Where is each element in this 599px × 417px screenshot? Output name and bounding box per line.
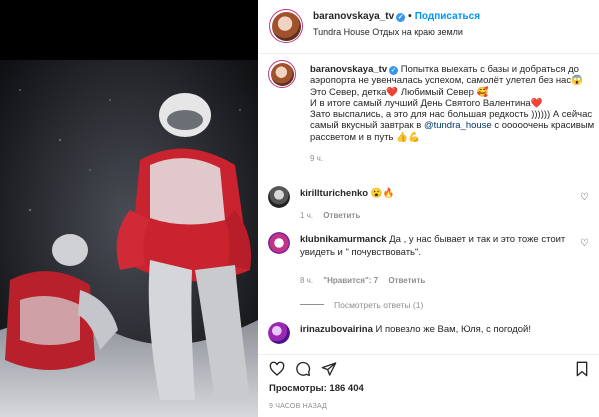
comment-username[interactable]: irinazubovairina bbox=[300, 324, 373, 335]
post-location[interactable]: Tundra House Отдых на краю земли bbox=[313, 27, 463, 37]
verified-icon: ✓ bbox=[389, 66, 399, 75]
follow-button[interactable]: Подписаться bbox=[415, 11, 480, 22]
caption-mention-link[interactable]: @tundra_house bbox=[424, 120, 492, 131]
comment-text: klubnikamurmanck Да , у нас бывает и так… bbox=[300, 234, 570, 259]
views-count[interactable]: Просмотры: 186 404 bbox=[269, 383, 364, 394]
author-username[interactable]: baranovskaya_tv bbox=[313, 11, 394, 22]
caption-text: baranovskaya_tv ✓ Попытка выехать с базы … bbox=[310, 64, 595, 164]
caption-username[interactable]: baranovskaya_tv bbox=[310, 64, 387, 75]
comment-username[interactable]: klubnikamurmanck bbox=[300, 234, 387, 245]
post-action-bar bbox=[258, 354, 599, 377]
caption-time[interactable]: 9 ч. bbox=[310, 153, 595, 164]
comment-avatar[interactable] bbox=[268, 186, 290, 208]
verified-icon: ✓ bbox=[396, 13, 406, 22]
share-icon[interactable] bbox=[321, 361, 337, 377]
comment-time[interactable]: 8 ч. bbox=[300, 276, 313, 285]
author-header-line: baranovskaya_tv ✓ • Подписаться bbox=[313, 11, 480, 22]
comment-time[interactable]: 1 ч. bbox=[300, 211, 313, 220]
heart-icon[interactable] bbox=[269, 361, 285, 377]
comment-icon[interactable] bbox=[295, 361, 311, 377]
show-replies-button[interactable]: Посмотреть ответы (1) bbox=[300, 300, 423, 310]
comment-avatar[interactable] bbox=[268, 232, 290, 254]
caption-avatar[interactable] bbox=[268, 60, 296, 88]
comment-avatar[interactable] bbox=[268, 322, 290, 344]
post-details-panel: baranovskaya_tv ✓ • Подписаться Tundra Hous… bbox=[258, 0, 599, 417]
comment-like-icon[interactable]: ♡ bbox=[580, 238, 589, 249]
comment-like-icon[interactable]: ♡ bbox=[580, 192, 589, 203]
comment-username[interactable]: kirillturichenko bbox=[300, 188, 368, 199]
post-media[interactable] bbox=[0, 0, 258, 417]
separator-dot: • bbox=[408, 11, 412, 22]
reply-button[interactable]: Ответить bbox=[323, 211, 360, 220]
post-header: baranovskaya_tv ✓ • Подписаться Tundra Hous… bbox=[258, 0, 599, 54]
author-avatar[interactable] bbox=[269, 9, 303, 43]
comment-body: И повезло же Вам, Юля, с погодой! bbox=[375, 324, 532, 335]
comment-body: 😮🔥 bbox=[370, 188, 395, 199]
caption-line-3: И в итоге самый лучший День Святого Вале… bbox=[310, 97, 543, 109]
show-replies-label: Посмотреть ответы (1) bbox=[334, 300, 424, 310]
replies-divider bbox=[300, 304, 324, 305]
caption-line-2: Это Север, детка❤️ Любимый Север 🥰 bbox=[310, 86, 489, 98]
comment-meta: 8 ч. "Нравится": 7 Ответить bbox=[300, 276, 433, 285]
comment-text: kirillturichenko 😮🔥 bbox=[300, 188, 570, 201]
comment-likes[interactable]: "Нравится": 7 bbox=[323, 276, 378, 285]
reply-button[interactable]: Ответить bbox=[388, 276, 425, 285]
comment-meta: 1 ч. Ответить bbox=[300, 211, 368, 220]
comment-text: irinazubovairina И повезло же Вам, Юля, … bbox=[300, 324, 570, 337]
post-timestamp[interactable]: 9 ЧАСОВ НАЗАД bbox=[269, 403, 327, 410]
bookmark-icon[interactable] bbox=[574, 361, 590, 377]
post-photo bbox=[0, 60, 258, 417]
